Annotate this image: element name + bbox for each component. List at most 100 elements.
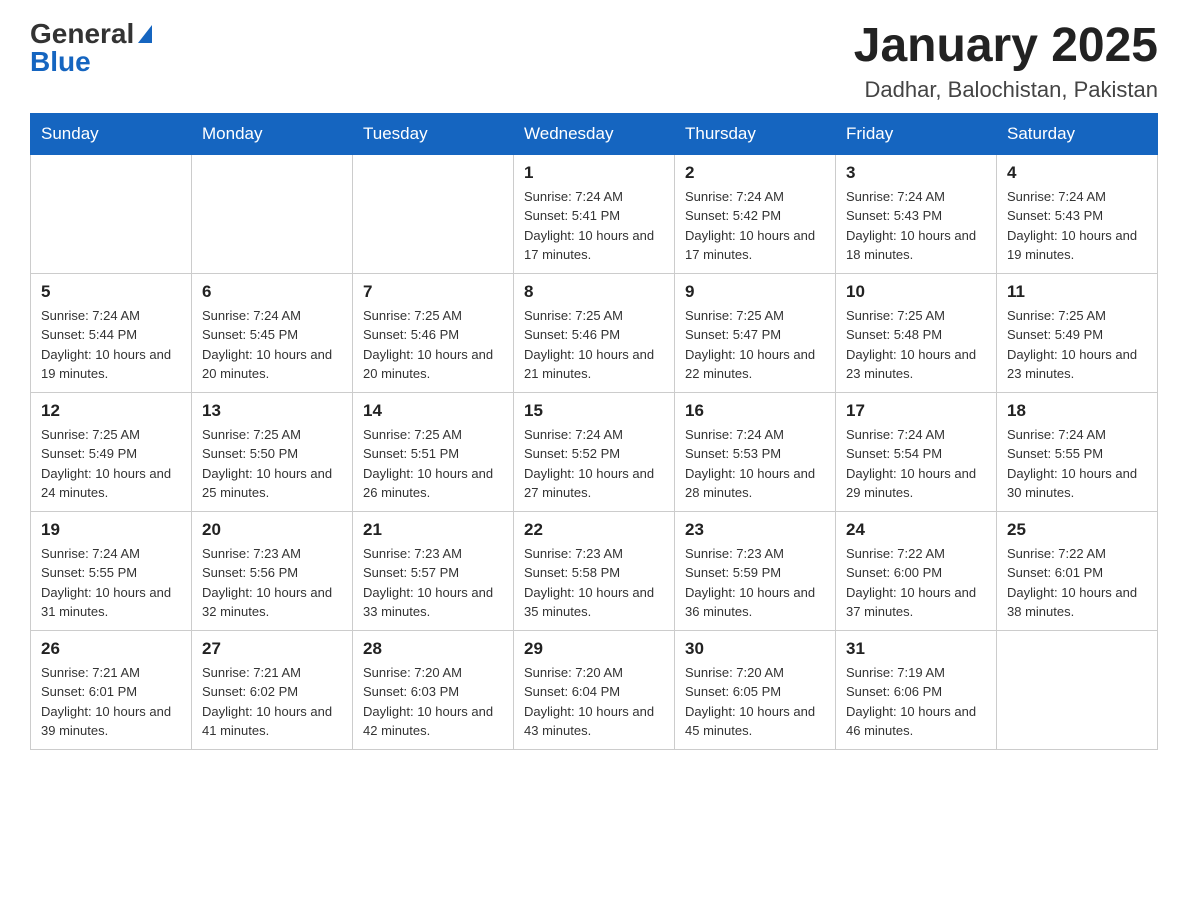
day-number: 26 bbox=[41, 639, 181, 659]
day-number: 12 bbox=[41, 401, 181, 421]
logo-general-text: General bbox=[30, 20, 154, 48]
day-number: 31 bbox=[846, 639, 986, 659]
logo-blue-text: Blue bbox=[30, 48, 91, 76]
day-info: Sunrise: 7:23 AMSunset: 5:59 PMDaylight:… bbox=[685, 544, 825, 622]
day-info: Sunrise: 7:20 AMSunset: 6:05 PMDaylight:… bbox=[685, 663, 825, 741]
calendar-cell: 5 Sunrise: 7:24 AMSunset: 5:44 PMDaylight… bbox=[31, 273, 192, 392]
day-number: 21 bbox=[363, 520, 503, 540]
day-number: 20 bbox=[202, 520, 342, 540]
day-number: 4 bbox=[1007, 163, 1147, 183]
calendar-cell: 29Sunrise: 7:20 AMSunset: 6:04 PMDayligh… bbox=[514, 630, 675, 749]
calendar-cell: 6 Sunrise: 7:24 AMSunset: 5:45 PMDaylight… bbox=[192, 273, 353, 392]
calendar-cell: 11 Sunrise: 7:25 AMSunset: 5:49 PMDayligh… bbox=[997, 273, 1158, 392]
day-number: 5 bbox=[41, 282, 181, 302]
day-info: Sunrise: 7:24 AMSunset: 5:54 PMDaylight:… bbox=[846, 425, 986, 503]
calendar-cell: 20Sunrise: 7:23 AMSunset: 5:56 PMDayligh… bbox=[192, 511, 353, 630]
month-title: January 2025 bbox=[854, 20, 1158, 73]
calendar-cell: 18 Sunrise: 7:24 AMSunset: 5:55 PMDayligh… bbox=[997, 392, 1158, 511]
day-info: Sunrise: 7:25 AMSunset: 5:46 PMDaylight:… bbox=[524, 306, 664, 384]
calendar-cell: 21 Sunrise: 7:23 AMSunset: 5:57 PMDayligh… bbox=[353, 511, 514, 630]
day-info: Sunrise: 7:25 AMSunset: 5:49 PMDaylight:… bbox=[41, 425, 181, 503]
day-info: Sunrise: 7:24 AMSunset: 5:43 PMDaylight:… bbox=[1007, 187, 1147, 265]
week-row-5: 26 Sunrise: 7:21 AMSunset: 6:01 PMDayligh… bbox=[31, 630, 1158, 749]
day-info: Sunrise: 7:24 AMSunset: 5:44 PMDaylight:… bbox=[41, 306, 181, 384]
day-number: 29 bbox=[524, 639, 664, 659]
day-info: Sunrise: 7:24 AMSunset: 5:42 PMDaylight:… bbox=[685, 187, 825, 265]
calendar-cell: 17Sunrise: 7:24 AMSunset: 5:54 PMDayligh… bbox=[836, 392, 997, 511]
week-row-3: 12 Sunrise: 7:25 AMSunset: 5:49 PMDayligh… bbox=[31, 392, 1158, 511]
calendar-table: SundayMondayTuesdayWednesdayThursdayFrid… bbox=[30, 113, 1158, 750]
day-number: 16 bbox=[685, 401, 825, 421]
day-info: Sunrise: 7:24 AMSunset: 5:43 PMDaylight:… bbox=[846, 187, 986, 265]
day-number: 30 bbox=[685, 639, 825, 659]
day-info: Sunrise: 7:25 AMSunset: 5:47 PMDaylight:… bbox=[685, 306, 825, 384]
location-title: Dadhar, Balochistan, Pakistan bbox=[854, 77, 1158, 103]
day-info: Sunrise: 7:20 AMSunset: 6:03 PMDaylight:… bbox=[363, 663, 503, 741]
day-info: Sunrise: 7:19 AMSunset: 6:06 PMDaylight:… bbox=[846, 663, 986, 741]
page-header: General Blue January 2025 Dadhar, Baloch… bbox=[30, 20, 1158, 103]
calendar-cell: 9 Sunrise: 7:25 AMSunset: 5:47 PMDaylight… bbox=[675, 273, 836, 392]
day-number: 14 bbox=[363, 401, 503, 421]
calendar-cell: 22Sunrise: 7:23 AMSunset: 5:58 PMDayligh… bbox=[514, 511, 675, 630]
header-day-thursday: Thursday bbox=[675, 113, 836, 154]
calendar-cell: 8 Sunrise: 7:25 AMSunset: 5:46 PMDaylight… bbox=[514, 273, 675, 392]
day-info: Sunrise: 7:25 AMSunset: 5:50 PMDaylight:… bbox=[202, 425, 342, 503]
day-info: Sunrise: 7:21 AMSunset: 6:01 PMDaylight:… bbox=[41, 663, 181, 741]
day-info: Sunrise: 7:24 AMSunset: 5:55 PMDaylight:… bbox=[41, 544, 181, 622]
calendar-cell: 24Sunrise: 7:22 AMSunset: 6:00 PMDayligh… bbox=[836, 511, 997, 630]
calendar-header: SundayMondayTuesdayWednesdayThursdayFrid… bbox=[31, 113, 1158, 154]
day-number: 13 bbox=[202, 401, 342, 421]
calendar-cell: 3 Sunrise: 7:24 AMSunset: 5:43 PMDaylight… bbox=[836, 154, 997, 273]
calendar-cell: 23Sunrise: 7:23 AMSunset: 5:59 PMDayligh… bbox=[675, 511, 836, 630]
day-info: Sunrise: 7:25 AMSunset: 5:46 PMDaylight:… bbox=[363, 306, 503, 384]
day-number: 1 bbox=[524, 163, 664, 183]
day-info: Sunrise: 7:21 AMSunset: 6:02 PMDaylight:… bbox=[202, 663, 342, 741]
calendar-cell: 13 Sunrise: 7:25 AMSunset: 5:50 PMDayligh… bbox=[192, 392, 353, 511]
calendar-cell: 30 Sunrise: 7:20 AMSunset: 6:05 PMDayligh… bbox=[675, 630, 836, 749]
day-number: 8 bbox=[524, 282, 664, 302]
day-number: 2 bbox=[685, 163, 825, 183]
header-day-saturday: Saturday bbox=[997, 113, 1158, 154]
day-info: Sunrise: 7:22 AMSunset: 6:00 PMDaylight:… bbox=[846, 544, 986, 622]
day-number: 19 bbox=[41, 520, 181, 540]
day-number: 18 bbox=[1007, 401, 1147, 421]
day-info: Sunrise: 7:25 AMSunset: 5:48 PMDaylight:… bbox=[846, 306, 986, 384]
day-info: Sunrise: 7:23 AMSunset: 5:58 PMDaylight:… bbox=[524, 544, 664, 622]
day-number: 9 bbox=[685, 282, 825, 302]
day-info: Sunrise: 7:23 AMSunset: 5:57 PMDaylight:… bbox=[363, 544, 503, 622]
calendar-cell: 19 Sunrise: 7:24 AMSunset: 5:55 PMDayligh… bbox=[31, 511, 192, 630]
day-info: Sunrise: 7:24 AMSunset: 5:52 PMDaylight:… bbox=[524, 425, 664, 503]
day-number: 3 bbox=[846, 163, 986, 183]
day-info: Sunrise: 7:22 AMSunset: 6:01 PMDaylight:… bbox=[1007, 544, 1147, 622]
calendar-body: 1 Sunrise: 7:24 AMSunset: 5:41 PMDaylight… bbox=[31, 154, 1158, 749]
header-day-tuesday: Tuesday bbox=[353, 113, 514, 154]
calendar-cell: 10Sunrise: 7:25 AMSunset: 5:48 PMDayligh… bbox=[836, 273, 997, 392]
logo-triangle-icon bbox=[138, 25, 152, 43]
day-info: Sunrise: 7:24 AMSunset: 5:53 PMDaylight:… bbox=[685, 425, 825, 503]
day-number: 28 bbox=[363, 639, 503, 659]
day-info: Sunrise: 7:24 AMSunset: 5:55 PMDaylight:… bbox=[1007, 425, 1147, 503]
calendar-cell: 26 Sunrise: 7:21 AMSunset: 6:01 PMDayligh… bbox=[31, 630, 192, 749]
calendar-cell: 2 Sunrise: 7:24 AMSunset: 5:42 PMDaylight… bbox=[675, 154, 836, 273]
day-number: 6 bbox=[202, 282, 342, 302]
day-info: Sunrise: 7:25 AMSunset: 5:49 PMDaylight:… bbox=[1007, 306, 1147, 384]
calendar-cell: 31 Sunrise: 7:19 AMSunset: 6:06 PMDayligh… bbox=[836, 630, 997, 749]
calendar-cell: 1 Sunrise: 7:24 AMSunset: 5:41 PMDaylight… bbox=[514, 154, 675, 273]
calendar-cell: 4 Sunrise: 7:24 AMSunset: 5:43 PMDaylight… bbox=[997, 154, 1158, 273]
day-info: Sunrise: 7:24 AMSunset: 5:41 PMDaylight:… bbox=[524, 187, 664, 265]
week-row-4: 19 Sunrise: 7:24 AMSunset: 5:55 PMDayligh… bbox=[31, 511, 1158, 630]
week-row-1: 1 Sunrise: 7:24 AMSunset: 5:41 PMDaylight… bbox=[31, 154, 1158, 273]
day-info: Sunrise: 7:25 AMSunset: 5:51 PMDaylight:… bbox=[363, 425, 503, 503]
week-row-2: 5 Sunrise: 7:24 AMSunset: 5:44 PMDaylight… bbox=[31, 273, 1158, 392]
header-day-sunday: Sunday bbox=[31, 113, 192, 154]
day-number: 11 bbox=[1007, 282, 1147, 302]
calendar-cell: 15Sunrise: 7:24 AMSunset: 5:52 PMDayligh… bbox=[514, 392, 675, 511]
calendar-cell: 14 Sunrise: 7:25 AMSunset: 5:51 PMDayligh… bbox=[353, 392, 514, 511]
calendar-cell: 7Sunrise: 7:25 AMSunset: 5:46 PMDaylight… bbox=[353, 273, 514, 392]
header-day-wednesday: Wednesday bbox=[514, 113, 675, 154]
calendar-cell: 25Sunrise: 7:22 AMSunset: 6:01 PMDayligh… bbox=[997, 511, 1158, 630]
calendar-cell: 27Sunrise: 7:21 AMSunset: 6:02 PMDayligh… bbox=[192, 630, 353, 749]
calendar-cell bbox=[31, 154, 192, 273]
day-info: Sunrise: 7:24 AMSunset: 5:45 PMDaylight:… bbox=[202, 306, 342, 384]
calendar-cell: 16 Sunrise: 7:24 AMSunset: 5:53 PMDayligh… bbox=[675, 392, 836, 511]
